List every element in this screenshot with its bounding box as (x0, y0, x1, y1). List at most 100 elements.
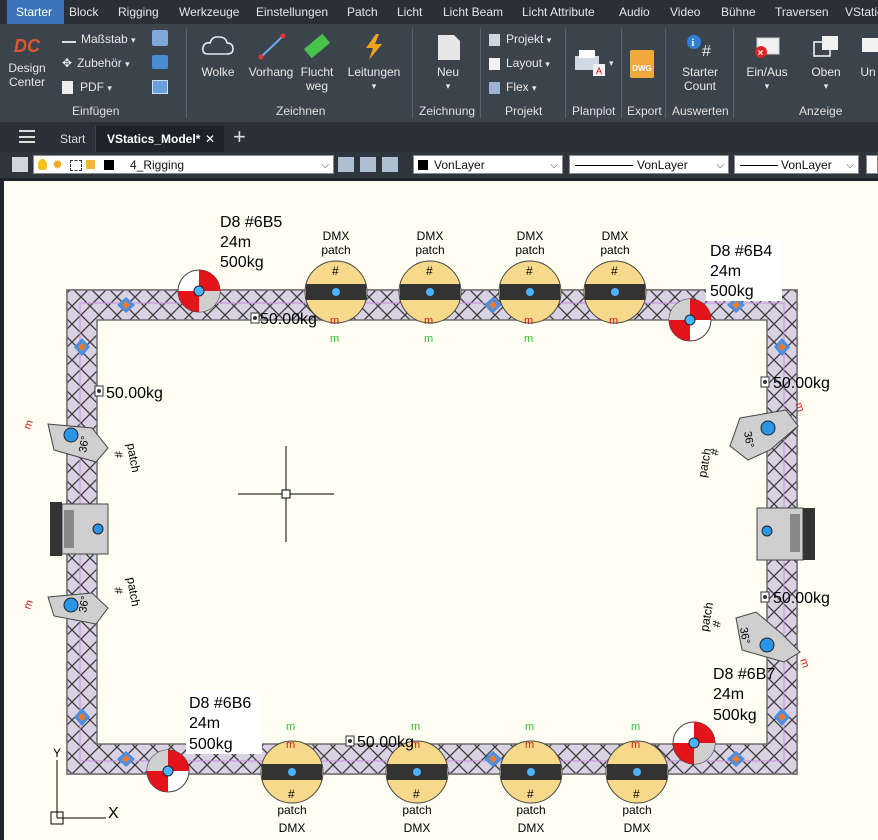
add-tab-icon[interactable]: + (233, 124, 246, 150)
layer-previous-icon[interactable] (360, 157, 376, 172)
layer-state-icon[interactable] (338, 157, 354, 172)
svg-text:#: # (633, 787, 640, 801)
menu-licht[interactable]: Licht (397, 0, 422, 24)
menu-starter[interactable]: Starter (7, 0, 64, 24)
weight-label[interactable]: 50.00kg (345, 734, 414, 751)
zubehoer-button[interactable]: ✥ Zubehör ▾ (62, 54, 130, 72)
color-dropdown[interactable]: VonLayer ⌵ (413, 155, 563, 174)
svg-text:m: m (525, 721, 534, 733)
palette-icon[interactable] (152, 30, 168, 46)
svg-text:#: # (527, 787, 534, 801)
document-tab-bar: Start VStatics_Model* ✕ + (0, 122, 878, 152)
drawing-canvas[interactable]: # m m DMX patch # m m DMX patch # m m DM… (4, 181, 878, 840)
svg-text:m: m (22, 598, 36, 611)
menu-audio[interactable]: Audio (619, 0, 650, 24)
massstab-button[interactable]: Maßstab ▾ (62, 30, 136, 48)
hamburger-menu-icon[interactable] (19, 130, 35, 143)
layout-button[interactable]: Layout ▾ (489, 54, 550, 72)
oben-button[interactable]: Oben ▾ (802, 32, 850, 93)
svg-text:DMX: DMX (518, 821, 545, 835)
svg-text:50.00kg: 50.00kg (357, 734, 414, 751)
layer-dropdown[interactable]: ✹ 4_Rigging ⌵ (33, 155, 334, 174)
svg-text:50.00kg: 50.00kg (773, 590, 830, 607)
flex-button[interactable]: Flex ▾ (489, 78, 537, 96)
svg-text:X: X (108, 805, 119, 822)
ein-aus-button[interactable]: × Ein/Aus ▾ (740, 32, 794, 93)
svg-text:patch: patch (600, 243, 629, 257)
lightning-icon (366, 34, 382, 60)
menu-patch[interactable]: Patch (347, 0, 378, 24)
svg-text:50.00kg: 50.00kg (106, 385, 163, 402)
svg-text:m: m (330, 315, 339, 327)
dwg-icon: DWG (630, 50, 654, 78)
neu-button[interactable]: Neu ▾ (424, 32, 472, 93)
fixture[interactable]: # m DMX patch (583, 229, 647, 327)
ribbon-separator (621, 28, 622, 118)
bulb-on-icon (38, 159, 47, 170)
weight-label[interactable]: 50.00kg (94, 385, 163, 402)
group-anzeige: Anzeige (799, 104, 843, 118)
fluchtweg-button[interactable]: Flucht weg (297, 32, 337, 93)
vorhang-button[interactable]: Vorhang (248, 32, 294, 79)
flex-icon (489, 81, 500, 94)
weight-label[interactable]: 50.00kg (250, 311, 317, 328)
svg-text:DMX: DMX (404, 821, 431, 835)
svg-text:#: # (332, 264, 339, 278)
svg-text:DMX: DMX (602, 229, 629, 243)
svg-text:#: # (611, 264, 618, 278)
ribbon-separator (733, 28, 734, 118)
brush-icon[interactable] (152, 55, 168, 69)
svg-text:Y: Y (53, 746, 61, 760)
tab-vstatics-model[interactable]: VStatics_Model* ✕ (96, 126, 224, 152)
svg-text:24m: 24m (220, 234, 251, 251)
unten-button[interactable]: Un (858, 32, 878, 79)
bring-to-front-icon (813, 36, 838, 57)
svg-text:m: m (797, 657, 811, 670)
svg-text:DMX: DMX (517, 229, 544, 243)
box-fixture[interactable] (50, 502, 109, 556)
group-export: Export (627, 104, 662, 118)
menu-rigging[interactable]: Rigging (118, 0, 159, 24)
menu-licht-attribute[interactable]: Licht Attribute (522, 0, 595, 24)
svg-text:patch: patch (415, 243, 444, 257)
group-planplot: Planplot (572, 104, 616, 118)
design-center-button[interactable]: DC Design Center (4, 32, 50, 89)
box-fixture[interactable] (756, 507, 815, 561)
starter-count-button[interactable]: i # Starter Count (672, 32, 728, 93)
menu-licht-beam[interactable]: Licht Beam (443, 0, 503, 24)
menu-block[interactable]: Block (69, 0, 98, 24)
printer-pdf-icon: A▾ (575, 50, 614, 76)
layer-match-icon[interactable] (382, 157, 398, 172)
svg-text:patch: patch (402, 803, 431, 817)
drawing-svg: # m m DMX patch # m m DMX patch # m m DM… (22, 214, 830, 835)
svg-text:#: # (426, 264, 433, 278)
svg-text:m: m (631, 739, 640, 751)
svg-text:m: m (22, 418, 36, 431)
projekt-button[interactable]: Projekt ▾ (489, 30, 551, 48)
truss-frame[interactable] (66, 289, 798, 775)
menu-einstellungen[interactable]: Einstellungen (256, 0, 328, 24)
tab-start[interactable]: Start (50, 126, 97, 152)
svg-text:patch: patch (515, 243, 544, 257)
plotstyle-dropdown[interactable] (866, 155, 878, 174)
menu-video[interactable]: Video (670, 0, 700, 24)
group-zeichnung: Zeichnung (419, 104, 476, 118)
image-icon[interactable] (152, 80, 168, 94)
menu-werkzeuge[interactable]: Werkzeuge (179, 0, 239, 24)
layer-manager-icon[interactable] (12, 157, 28, 172)
close-icon[interactable]: ✕ (205, 126, 215, 152)
wolke-button[interactable]: Wolke (196, 32, 240, 79)
svg-text:DMX: DMX (323, 229, 350, 243)
pdf-button[interactable]: PDF ▾ (62, 78, 112, 96)
menu-vstatics[interactable]: VStatic (845, 0, 878, 24)
planplot-button[interactable]: A ▾ (570, 46, 616, 83)
lineweight-dropdown[interactable]: VonLayer ⌵ (734, 155, 859, 174)
menu-traversen[interactable]: Traversen (775, 0, 829, 24)
menu-buehne[interactable]: Bühne (721, 0, 756, 24)
linetype-preview (575, 165, 633, 166)
export-dwg-button[interactable]: DWG (626, 50, 658, 78)
svg-text:50.00kg: 50.00kg (260, 311, 317, 328)
group-einfuegen: Einfügen (72, 104, 120, 118)
leitungen-button[interactable]: Leitungen ▾ (343, 32, 405, 93)
linetype-dropdown[interactable]: VonLayer ⌵ (569, 155, 729, 174)
